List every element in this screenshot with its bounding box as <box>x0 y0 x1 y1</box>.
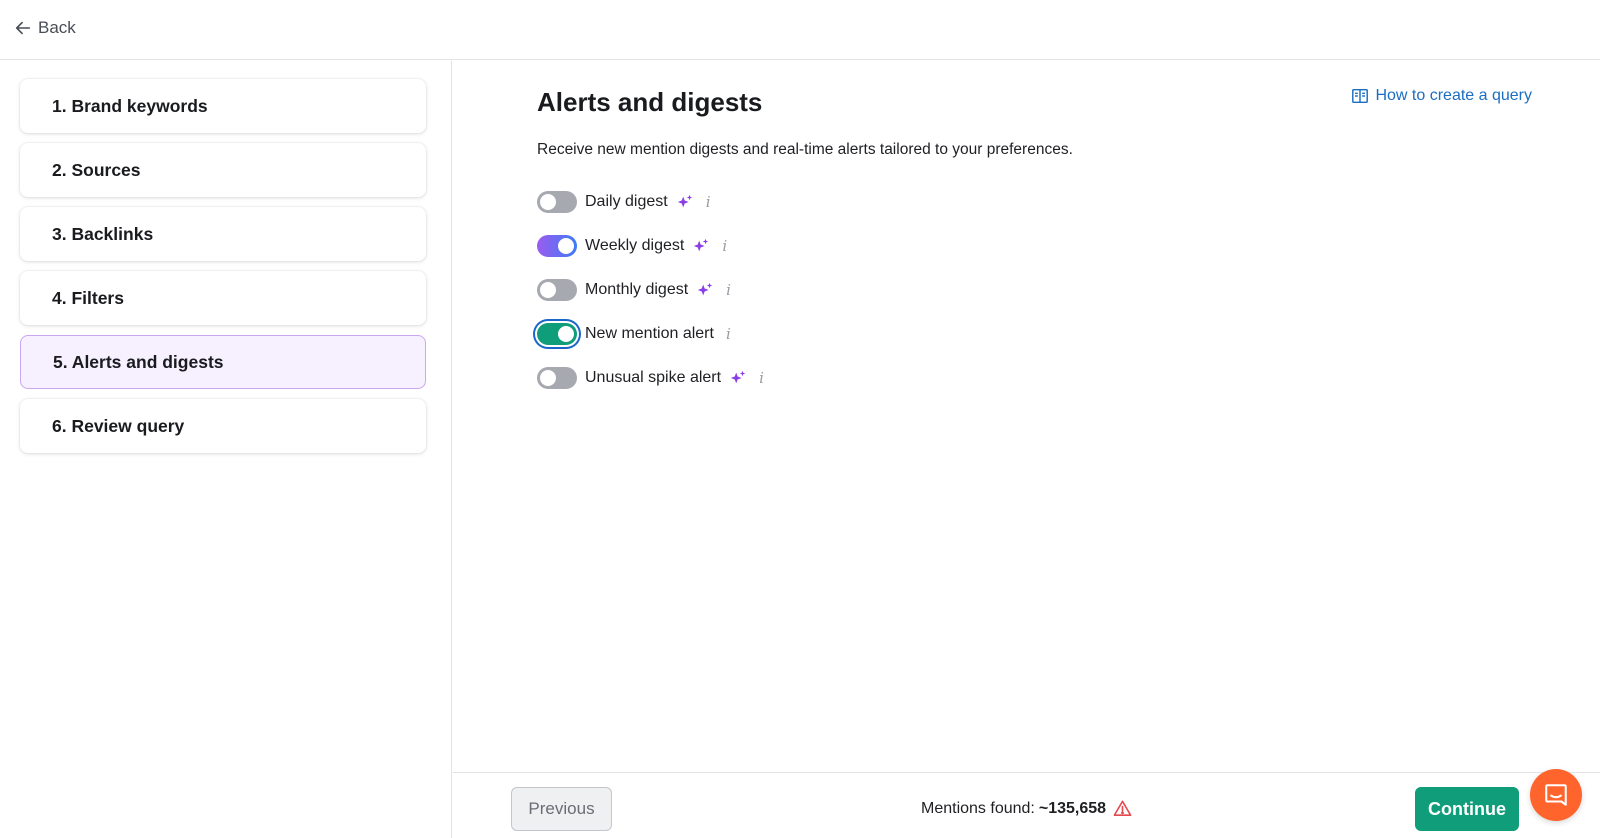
step-label: 3. Backlinks <box>52 223 154 244</box>
info-icon[interactable]: i <box>722 237 727 255</box>
mentions-found: Mentions found: ~135,658 <box>921 799 1132 818</box>
unusual-spike-alert-toggle[interactable] <box>537 367 577 389</box>
info-icon[interactable]: i <box>759 369 764 387</box>
chat-widget-button[interactable] <box>1530 769 1582 821</box>
previous-button[interactable]: Previous <box>511 787 612 831</box>
step-label: 5. Alerts and digests <box>53 351 224 372</box>
book-icon <box>1352 88 1369 104</box>
new-mention-alert-toggle[interactable] <box>537 323 577 345</box>
monthly-digest-toggle[interactable] <box>537 279 577 301</box>
step-backlinks[interactable]: 3. Backlinks <box>20 207 426 261</box>
main-panel: Alerts and digests How to create a query… <box>453 61 1600 771</box>
sparkle-icon <box>697 282 713 296</box>
arrow-left-icon <box>15 21 31 35</box>
alert-options: Daily digest i Weekly digest i Monthly d… <box>537 180 764 400</box>
back-label: Back <box>38 18 76 37</box>
continue-button[interactable]: Continue <box>1415 787 1519 831</box>
top-bar: Back <box>0 0 1600 60</box>
weekly-digest-toggle[interactable] <box>537 235 577 257</box>
option-monthly-digest: Monthly digest i <box>537 268 764 312</box>
help-link-label: How to create a query <box>1375 87 1532 104</box>
option-weekly-digest: Weekly digest i <box>537 224 764 268</box>
page-description: Receive new mention digests and real-tim… <box>537 141 1073 158</box>
info-icon[interactable]: i <box>726 281 731 299</box>
sparkle-icon <box>694 238 709 252</box>
option-daily-digest: Daily digest i <box>537 180 764 224</box>
option-label: Daily digest <box>585 193 668 210</box>
steps-sidebar: 1. Brand keywords 2. Sources 3. Backlink… <box>0 61 452 838</box>
back-link[interactable]: Back <box>14 16 76 40</box>
step-sources[interactable]: 2. Sources <box>20 143 426 197</box>
option-new-mention-alert: New mention alert i <box>537 312 764 356</box>
info-icon[interactable]: i <box>706 193 711 211</box>
step-brand-keywords[interactable]: 1. Brand keywords <box>20 79 426 133</box>
option-unusual-spike-alert: Unusual spike alert i <box>537 356 764 400</box>
step-label: 6. Review query <box>52 415 185 436</box>
warning-icon[interactable] <box>1113 799 1132 818</box>
step-label: 2. Sources <box>52 159 141 180</box>
sparkle-icon <box>677 194 692 208</box>
step-label: 1. Brand keywords <box>52 95 208 116</box>
step-label: 4. Filters <box>52 287 124 308</box>
sparkle-icon <box>730 370 746 384</box>
option-label: Weekly digest <box>585 237 685 254</box>
step-filters[interactable]: 4. Filters <box>20 271 426 325</box>
footer-bar: Previous Mentions found: ~135,658 Contin… <box>453 772 1600 838</box>
daily-digest-toggle[interactable] <box>537 191 577 213</box>
option-label: New mention alert <box>585 325 714 342</box>
step-review-query[interactable]: 6. Review query <box>20 399 426 453</box>
page-title: Alerts and digests <box>537 87 763 117</box>
step-alerts-and-digests[interactable]: 5. Alerts and digests <box>20 335 426 389</box>
info-icon[interactable]: i <box>726 325 731 343</box>
how-to-create-query-link[interactable]: How to create a query <box>1351 87 1532 105</box>
mentions-count: ~135,658 <box>1038 799 1107 817</box>
mentions-label: Mentions found: <box>921 799 1035 817</box>
chat-icon <box>1545 784 1567 806</box>
option-label: Unusual spike alert <box>585 369 722 386</box>
option-label: Monthly digest <box>585 281 689 298</box>
